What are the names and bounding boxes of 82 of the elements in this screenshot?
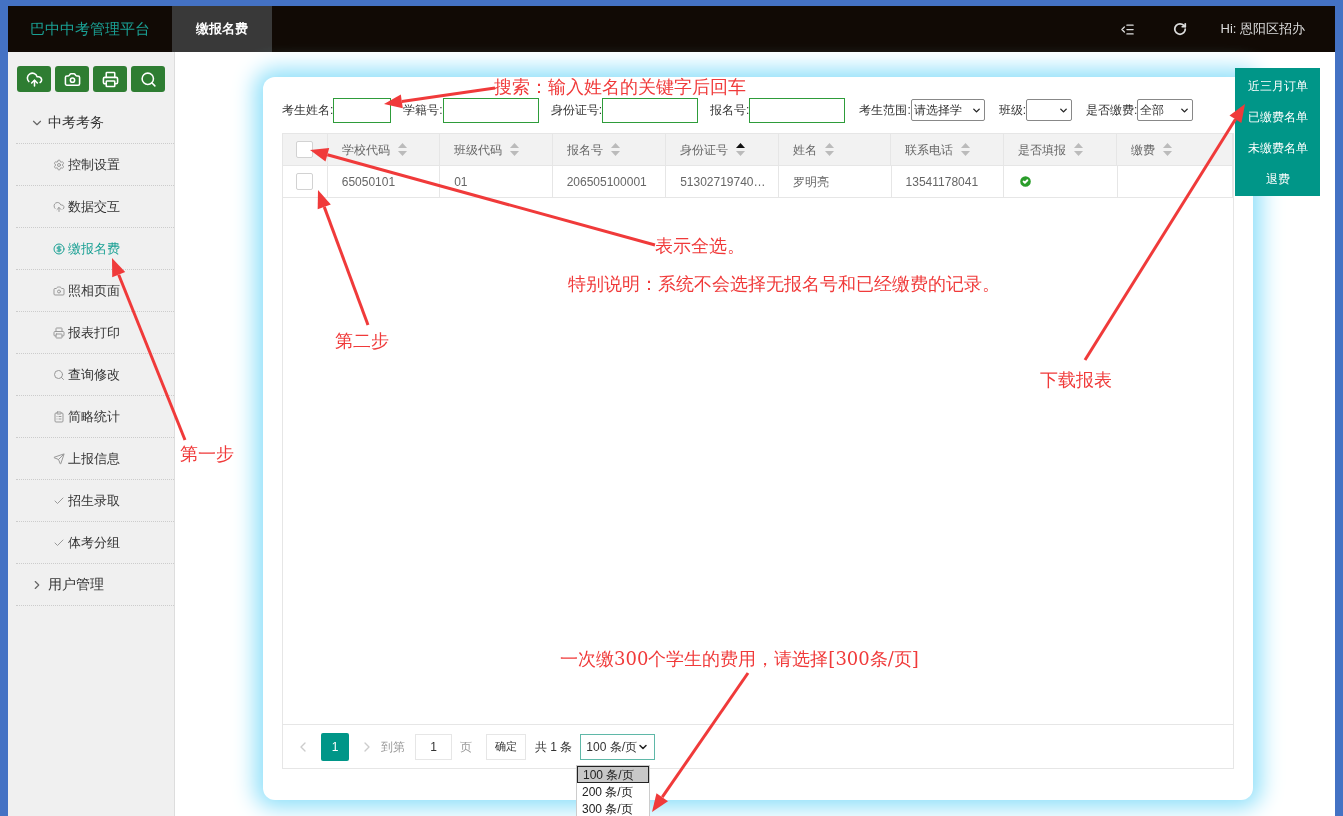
- annotation-text: 第一步: [180, 443, 234, 465]
- column-header[interactable]: 身份证号: [666, 134, 779, 165]
- goto-label: 到第: [381, 738, 405, 756]
- toolbar-button[interactable]: [55, 66, 89, 92]
- nav-item[interactable]: 体考分组: [16, 522, 174, 564]
- table-cell-text: 罗明亮: [793, 173, 830, 191]
- filter-select[interactable]: 全部: [1137, 99, 1194, 121]
- table-cell-text: 51302719740…: [680, 173, 766, 191]
- camera-icon: [53, 284, 65, 297]
- menu-item[interactable]: 未缴费名单: [1235, 132, 1320, 163]
- nav-group[interactable]: 中考考务: [16, 102, 174, 144]
- nav-item[interactable]: 控制设置: [16, 144, 174, 186]
- cloud-upload-icon: [25, 70, 43, 88]
- table-cell-text: 01: [454, 173, 468, 191]
- paper-plane-icon: [53, 452, 65, 465]
- total-count: 共 1 条: [535, 738, 573, 756]
- table-cell-text: 206505100001: [566, 173, 647, 191]
- nav-item[interactable]: 上报信息: [16, 438, 174, 480]
- toolbar-button[interactable]: [131, 66, 165, 92]
- filter-label: 学籍号:: [403, 102, 443, 119]
- filter-label: 考生范围:: [859, 102, 911, 119]
- filter-label: 身份证号:: [550, 102, 603, 119]
- column-header[interactable]: 报名号: [552, 134, 667, 165]
- nav-item[interactable]: 招生录取: [16, 480, 174, 522]
- filter-label: 考生姓名:: [282, 102, 334, 119]
- filter-select[interactable]: [1026, 99, 1073, 121]
- checkbox[interactable]: [296, 173, 314, 190]
- filter-input[interactable]: [333, 97, 392, 123]
- cloud-upload-icon: [53, 200, 65, 213]
- top-tab[interactable]: 缴报名费: [172, 6, 272, 52]
- toolbar-button[interactable]: [93, 66, 127, 92]
- sort-icon[interactable]: [736, 143, 746, 156]
- nav-item[interactable]: 简略统计: [16, 396, 174, 438]
- annotation-text: 下载报表: [1040, 369, 1112, 391]
- filter-label: 是否缴费:: [1086, 102, 1138, 119]
- column-header[interactable]: 联系电话: [891, 134, 1004, 165]
- annotation-text: 特别说明：系统不会选择无报名号和已经缴费的记录。: [568, 273, 1000, 295]
- column-header[interactable]: 缴费: [1117, 134, 1233, 165]
- page-unit: 页: [460, 738, 472, 756]
- annotation-text: 第二步: [335, 330, 389, 352]
- confirm-button[interactable]: 确定: [486, 733, 526, 760]
- page-button[interactable]: 1: [321, 732, 349, 761]
- filter-input[interactable]: [442, 97, 539, 123]
- search-icon: [53, 368, 65, 381]
- clipboard-icon: [53, 410, 65, 423]
- printer-icon: [53, 326, 65, 339]
- page-size-select[interactable]: 100 条/页: [580, 733, 656, 760]
- filter-input[interactable]: [749, 97, 846, 123]
- filter-label: 班级:: [998, 102, 1027, 119]
- filter-label: 报名号:: [710, 102, 750, 119]
- table-cell-text: 13541178041: [905, 173, 979, 191]
- collapse-menu-icon[interactable]: [1119, 21, 1135, 37]
- user-greeting[interactable]: Hi: 恩阳区招办: [1220, 19, 1305, 39]
- annotation-text: 一次缴300个学生的费用，请选择[300条/页]: [560, 648, 919, 670]
- filter-input[interactable]: [602, 97, 699, 123]
- refresh-icon[interactable]: [1172, 22, 1187, 36]
- column-header[interactable]: 班级代码: [440, 134, 553, 165]
- column-header[interactable]: 是否填报: [1003, 134, 1118, 165]
- search-icon: [139, 70, 157, 88]
- dropdown-option[interactable]: 300 条/页: [577, 800, 649, 816]
- nav-item[interactable]: 报表打印: [16, 312, 174, 354]
- dropdown-option[interactable]: 200 条/页: [577, 783, 649, 800]
- printer-icon: [101, 70, 119, 88]
- checkbox[interactable]: [296, 141, 314, 158]
- filter-select[interactable]: 请选择学: [910, 99, 985, 121]
- camera-icon: [63, 70, 81, 88]
- nav-item[interactable]: 查询修改: [16, 354, 174, 396]
- column-header[interactable]: 姓名: [778, 134, 892, 165]
- page-input[interactable]: 1: [415, 733, 452, 760]
- logo-text: 巴中中考管理平台: [30, 18, 150, 39]
- settings-icon: [53, 158, 65, 171]
- annotation-text: 搜索：输入姓名的关键字后回车: [494, 76, 746, 98]
- nav-item[interactable]: 数据交互: [16, 186, 174, 228]
- table-cell-text: 65050101: [341, 173, 396, 191]
- annotation-text: 表示全选。: [655, 235, 745, 257]
- coin-icon: [53, 242, 65, 255]
- menu-item[interactable]: 退费: [1235, 163, 1320, 194]
- toolbar-button[interactable]: [17, 66, 51, 92]
- menu-item[interactable]: 近三月订单: [1235, 70, 1320, 101]
- nav-group[interactable]: 用户管理: [16, 564, 174, 606]
- menu-item[interactable]: 已缴费名单: [1235, 101, 1320, 132]
- dropdown-option[interactable]: 100 条/页: [577, 766, 649, 783]
